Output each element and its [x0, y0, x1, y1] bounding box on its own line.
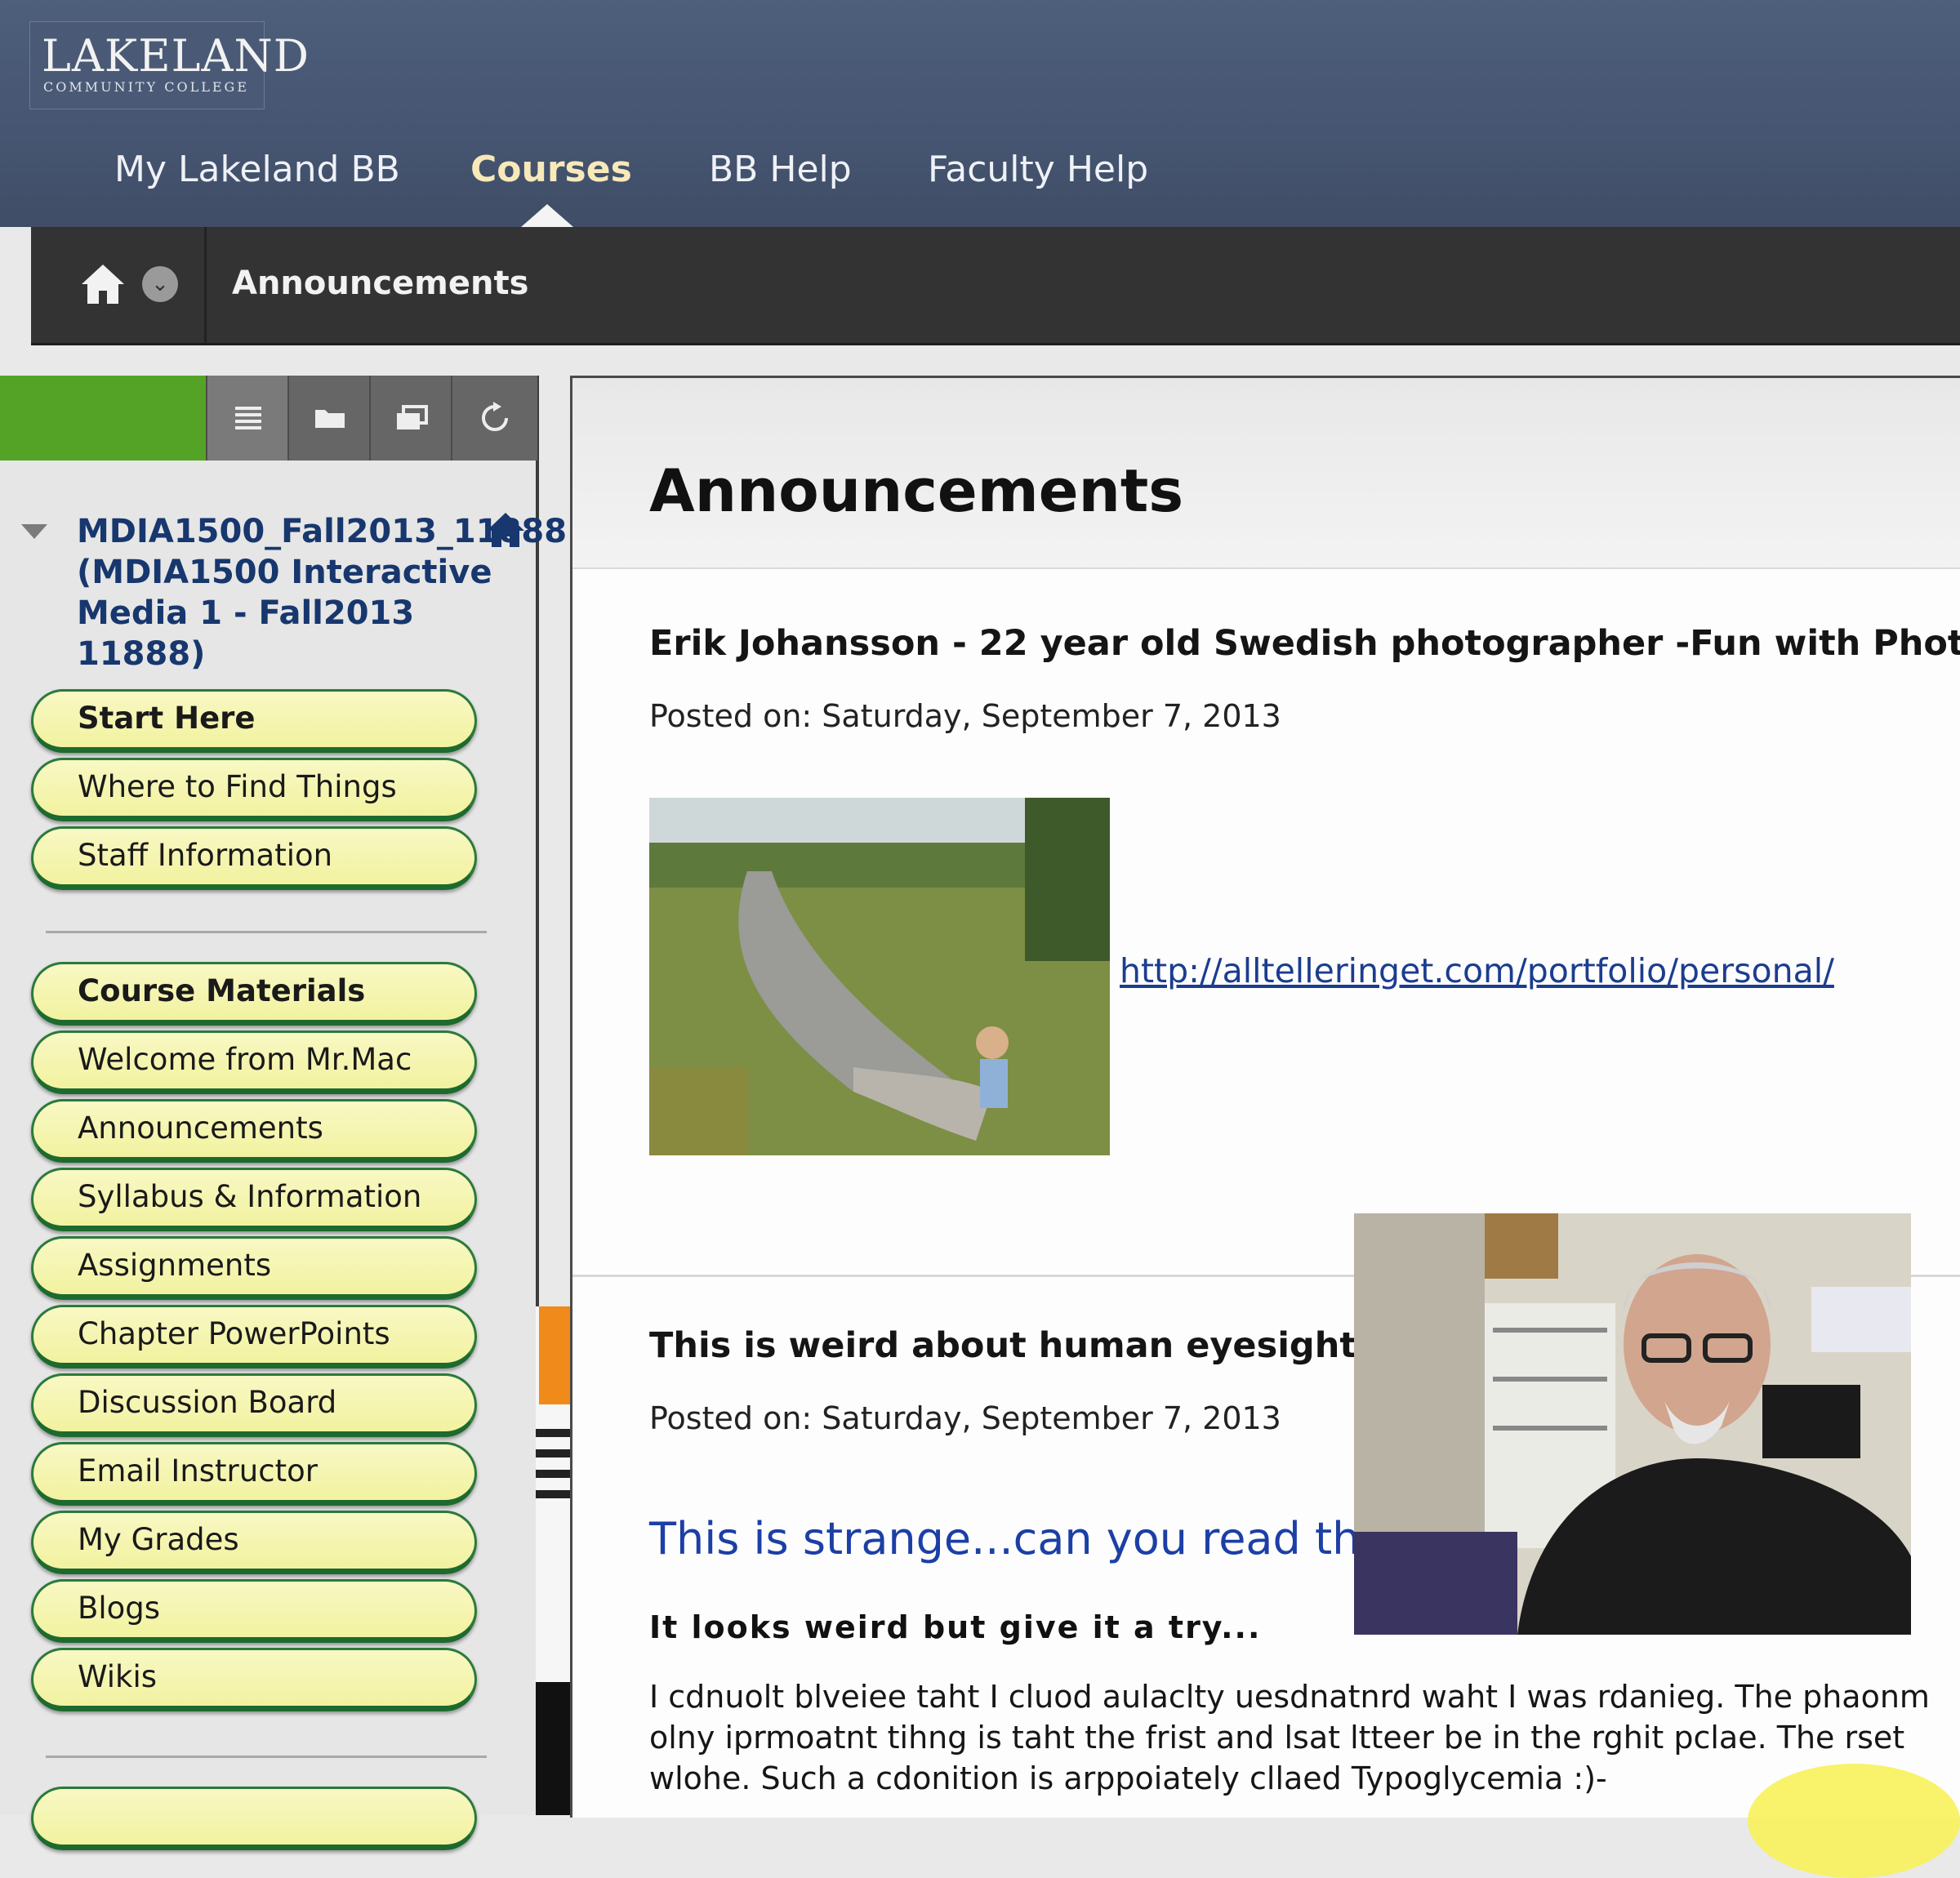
menu-item-welcome[interactable]: Welcome from Mr.Mac: [31, 1030, 477, 1094]
breadcrumb-current: Announcements: [232, 265, 529, 302]
body-line: olny iprmoatnt tihng is taht the frist a…: [649, 1720, 1905, 1756]
logo-subtitle: COMMUNITY COLLEGE: [43, 79, 249, 95]
menu-item-discussion-board[interactable]: Discussion Board: [31, 1373, 477, 1437]
college-logo[interactable]: LAKELAND COMMUNITY COLLEGE: [29, 21, 309, 109]
course-home-icon[interactable]: [483, 510, 528, 550]
course-menu: MDIA1500_Fall2013_11888 (MDIA1500 Intera…: [0, 376, 567, 1850]
menu-item-staff-information[interactable]: Staff Information: [31, 826, 477, 890]
menu-item-start-here[interactable]: Start Here: [31, 689, 477, 753]
announcement-headline: This is strange...can you read this: [649, 1513, 1396, 1564]
tab-my-lakeland-bb[interactable]: My Lakeland BB: [114, 137, 400, 202]
active-tab-indicator: [521, 204, 573, 227]
menu-item-email-instructor[interactable]: Email Instructor: [31, 1442, 477, 1506]
home-icon[interactable]: [78, 260, 127, 309]
page-header: Announcements: [572, 378, 1960, 569]
refresh-icon[interactable]: [451, 376, 537, 461]
page-title: Announcements: [649, 456, 1184, 525]
logo-wordmark: LAKELAND: [42, 30, 310, 82]
tab-faculty-help[interactable]: Faculty Help: [928, 137, 1148, 202]
menu-item-syllabus[interactable]: Syllabus & Information: [31, 1168, 477, 1231]
breadcrumb-menu-chevron-icon[interactable]: ⌄: [142, 266, 178, 302]
cursor-highlight: [1748, 1764, 1960, 1878]
menu-item-chapter-powerpoints[interactable]: Chapter PowerPoints: [31, 1305, 477, 1368]
menu-divider: [46, 1756, 487, 1758]
folder-view-icon[interactable]: [287, 376, 371, 461]
course-menu-color-bar: [0, 376, 206, 461]
breadcrumb: ⌄ Announcements: [31, 227, 1960, 345]
menu-item-where-to-find-things[interactable]: Where to Find Things: [31, 758, 477, 821]
new-window-icon[interactable]: [369, 376, 452, 461]
course-menu-toolbar: [0, 376, 537, 461]
announcement-title: This is weird about human eyesight: [649, 1325, 1356, 1366]
menu-item-blogs[interactable]: Blogs: [31, 1579, 477, 1643]
course-title[interactable]: MDIA1500_Fall2013_11888 (MDIA1500 Intera…: [77, 511, 567, 674]
announcement-subhead: It looks weird but give it a try...: [649, 1609, 1262, 1645]
announcement-date: Posted on: Saturday, September 7, 2013: [649, 698, 1281, 734]
menu-divider: [46, 931, 487, 933]
breadcrumb-divider: [204, 227, 207, 343]
menu-item-wikis[interactable]: Wikis: [31, 1648, 477, 1711]
webcam-overlay: [1354, 1213, 1911, 1635]
background-graphic: [536, 1306, 570, 1815]
announcement-date: Posted on: Saturday, September 7, 2013: [649, 1400, 1281, 1436]
menu-item-my-grades[interactable]: My Grades: [31, 1511, 477, 1574]
menu-item-assignments[interactable]: Assignments: [31, 1236, 477, 1300]
menu-item-course-materials[interactable]: Course Materials: [31, 962, 477, 1026]
body-line: I cdnuolt blveiee taht I cluod aulaclty …: [649, 1679, 1930, 1715]
collapse-arrow-icon[interactable]: [21, 524, 47, 539]
announcement-body: I cdnuolt blveiee taht I cluod aulaclty …: [649, 1676, 1960, 1799]
top-header: LAKELAND COMMUNITY COLLEGE My Lakeland B…: [0, 0, 1960, 227]
announcement-image[interactable]: [649, 798, 1110, 1155]
tab-bb-help[interactable]: BB Help: [709, 137, 852, 202]
announcement-title: Erik Johansson - 22 year old Swedish pho…: [649, 623, 1960, 664]
portfolio-link[interactable]: http://alltelleringet.com/portfolio/pers…: [1120, 951, 1834, 990]
list-view-icon[interactable]: [206, 376, 289, 461]
tab-courses[interactable]: Courses: [470, 137, 632, 202]
menu-item-partial[interactable]: [31, 1787, 477, 1850]
menu-item-announcements[interactable]: Announcements: [31, 1099, 477, 1163]
